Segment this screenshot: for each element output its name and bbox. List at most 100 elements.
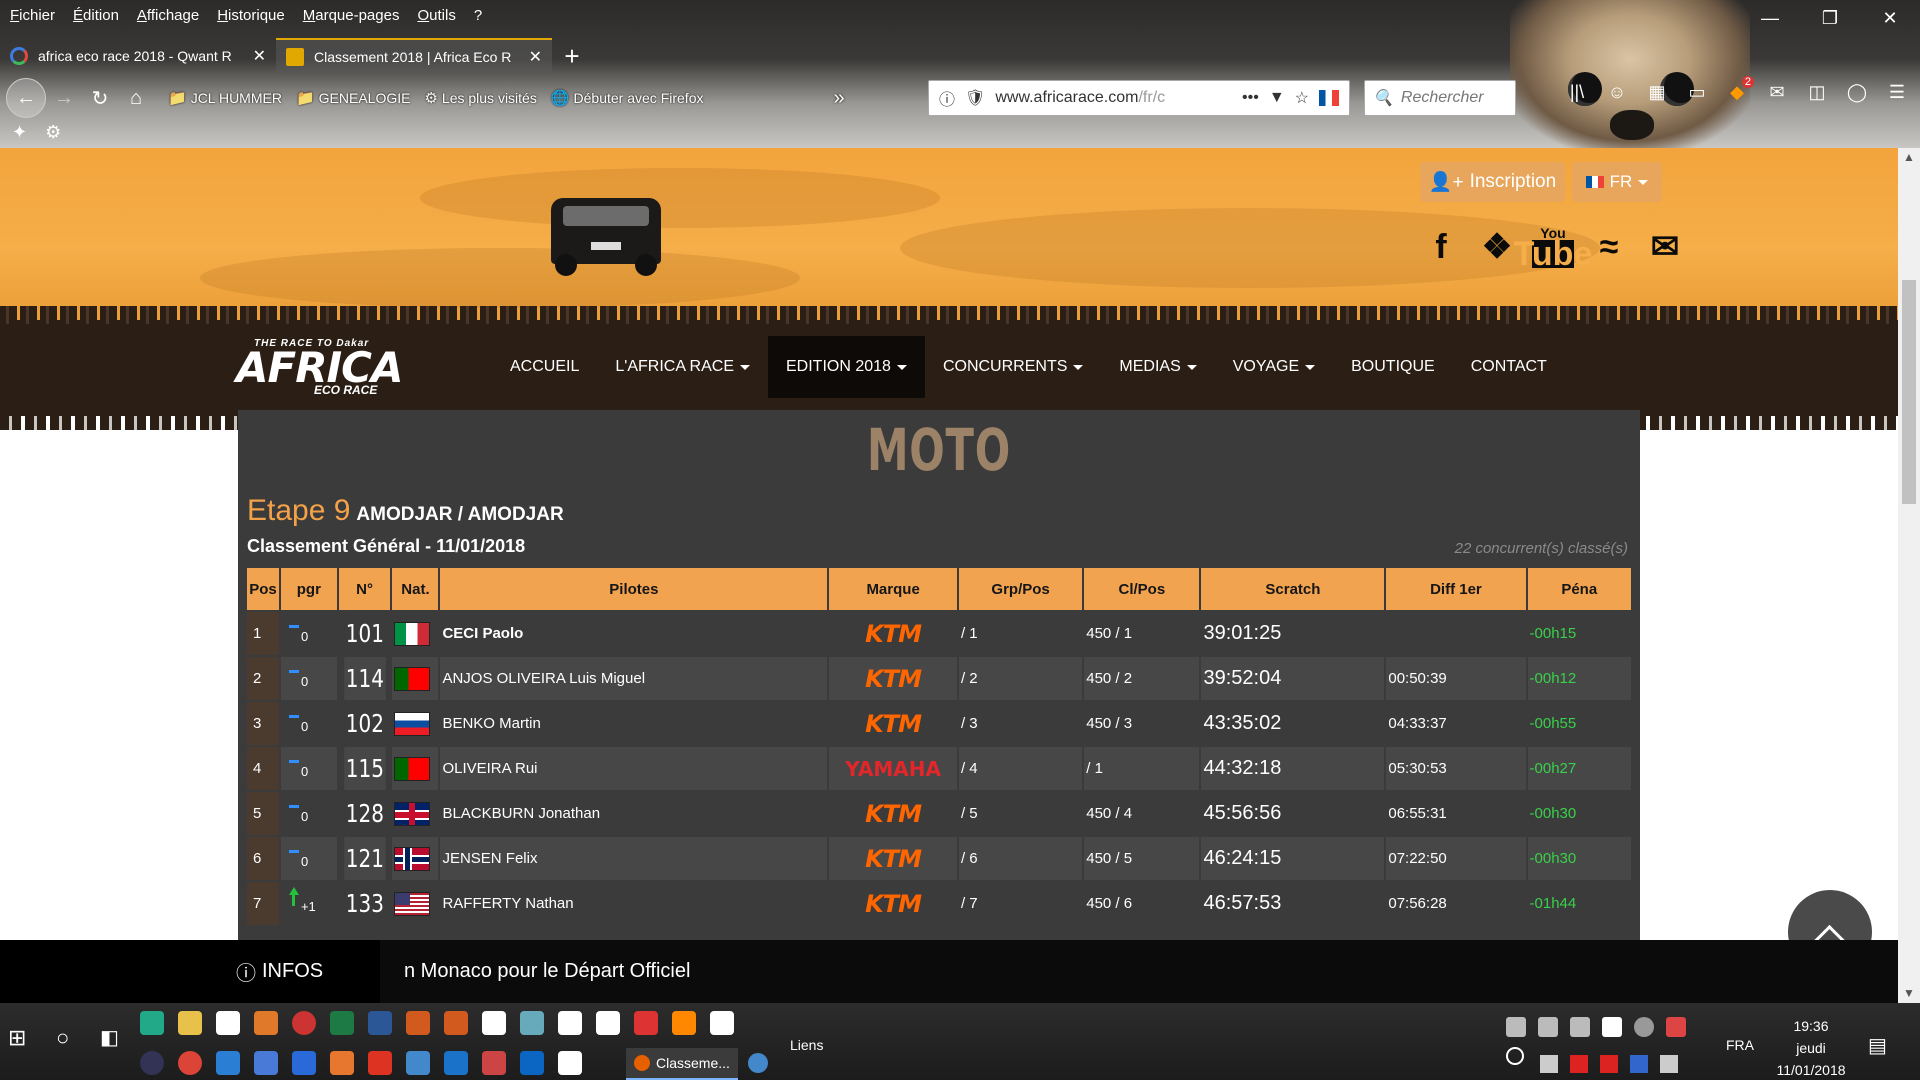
scroll-to-top-button[interactable] (1788, 890, 1872, 940)
pilot-name[interactable]: BLACKBURN Jonathan (440, 792, 828, 835)
nav-item-l-africa-race[interactable]: L'AFRICA RACE (597, 336, 768, 398)
page-actions-icon[interactable]: ••• (1242, 89, 1259, 107)
tab-qwant[interactable]: africa eco race 2018 - Qwant R ✕ (0, 38, 276, 74)
hamburger-menu-icon[interactable]: ☰ (1884, 82, 1910, 103)
cloud-icon[interactable] (1634, 1017, 1654, 1037)
language-dropdown[interactable]: FR (1572, 162, 1662, 202)
tab-close-icon[interactable]: ✕ (253, 46, 266, 66)
bookmarks-overflow-icon[interactable]: » (833, 87, 844, 110)
cortana-search-icon[interactable]: ○ (56, 1025, 69, 1051)
windows-start-icon[interactable]: ⊞ (8, 1025, 26, 1051)
nav-item-concurrents[interactable]: CONCURRENTS (925, 336, 1101, 398)
people-icon[interactable] (1506, 1047, 1524, 1065)
store-icon[interactable] (216, 1011, 240, 1035)
bookmark-debuter-firefox[interactable]: 🌐 Débuter avec Firefox (551, 89, 704, 107)
table-row[interactable]: 4 0 115 OLIVEIRA Rui YAMAHA / 4/ 1 44:32:18 05:… (247, 747, 1631, 790)
tab-close-icon[interactable]: ✕ (529, 47, 542, 67)
task-view-icon[interactable]: ◧ (100, 1025, 119, 1050)
twitter-icon[interactable]: ❖ (1476, 226, 1518, 268)
table-row[interactable]: 5 0 128 BLACKBURN Jonathan KTM / 5 450 / 4 45:5… (247, 792, 1631, 835)
tray-icon[interactable] (1666, 1017, 1686, 1037)
app-icon[interactable] (140, 1011, 164, 1035)
french-flag-icon[interactable] (1319, 90, 1339, 106)
linkedin-icon[interactable] (520, 1051, 544, 1075)
chrome-icon[interactable] (178, 1051, 202, 1075)
maximize-icon[interactable]: ❐ (1800, 0, 1860, 36)
app-icon[interactable] (406, 1011, 430, 1035)
table-row[interactable]: 6 0 121 JENSEN Felix KTM / 6 450 / 5 46:24:15 07… (247, 837, 1631, 880)
search-box[interactable]: 🔍 Rechercher (1364, 80, 1516, 116)
forward-icon[interactable]: → (46, 80, 82, 116)
tray-icon[interactable] (1570, 1017, 1590, 1037)
tray-icon[interactable] (1538, 1017, 1558, 1037)
bookmark-jcl-hummer[interactable]: 📁 JCL HUMMER (168, 89, 282, 107)
pilot-name[interactable]: OLIVEIRA Rui (440, 747, 828, 790)
table-row[interactable]: 3 0 102 BENKO Martin KTM / 3 450 / 3 43:35:02 04… (247, 702, 1631, 745)
close-icon[interactable]: ✕ (1860, 0, 1920, 36)
emoji-icon[interactable]: ☺ (1604, 82, 1630, 103)
nav-item-contact[interactable]: CONTACT (1453, 336, 1565, 398)
onedrive-icon[interactable] (292, 1051, 316, 1075)
facebook-icon[interactable]: f (1420, 226, 1462, 268)
url-bar[interactable]: ⓘ 🛡 www.africarace.com/fr/c ••• ▼ ☆ (928, 80, 1350, 116)
taskbar-firefox-app[interactable]: Classeme... (626, 1048, 738, 1080)
minimize-icon[interactable]: — (1740, 0, 1800, 36)
nav-item-edition-2018[interactable]: EDITION 2018 (768, 336, 925, 398)
app-icon[interactable] (140, 1051, 164, 1075)
bookmark-plus-visites[interactable]: ⚙ Les plus visités (424, 89, 536, 107)
app-icon[interactable] (634, 1011, 658, 1035)
home-icon[interactable]: ⌂ (118, 80, 154, 116)
mail-icon[interactable] (558, 1011, 582, 1035)
rss-icon[interactable]: ≈ (1588, 226, 1630, 268)
nav-item-medias[interactable]: MEDIAS (1101, 336, 1214, 398)
menu-item[interactable]: Outils (417, 7, 455, 24)
defender-icon[interactable] (1602, 1017, 1622, 1037)
app-icon[interactable] (1630, 1055, 1648, 1073)
notification-icon[interactable]: ▤ (1868, 1033, 1887, 1058)
new-tab-icon[interactable]: + (552, 38, 592, 74)
app-icon[interactable] (596, 1011, 620, 1035)
links-toolbar[interactable]: Liens (790, 1037, 823, 1053)
pilot-name[interactable]: ANJOS OLIVEIRA Luis Miguel (440, 657, 828, 700)
menu-item[interactable]: ? (474, 7, 482, 24)
inscription-button[interactable]: 👤+ Inscription (1420, 162, 1565, 202)
app-icon[interactable] (292, 1011, 316, 1035)
table-row[interactable]: 7 +1 133 RAFFERTY Nathan KTM / 7 450 / 6 46:57:… (247, 882, 1631, 925)
word-icon[interactable] (368, 1011, 392, 1035)
youtube-icon[interactable]: You Tube (1514, 226, 1593, 271)
scroll-down-icon[interactable]: ▼ (1898, 986, 1920, 1000)
app-icon[interactable] (1600, 1055, 1618, 1073)
document-icon[interactable] (710, 1011, 734, 1035)
pilot-name[interactable]: BENKO Martin (440, 702, 828, 745)
extension-badge-icon[interactable]: ◆ 2 (1724, 76, 1754, 103)
vlc-icon[interactable] (672, 1011, 696, 1035)
nav-item-boutique[interactable]: BOUTIQUE (1333, 336, 1453, 398)
photos-icon[interactable] (520, 1011, 544, 1035)
pilot-name[interactable]: CECI Paolo (440, 612, 828, 655)
translate-icon[interactable]: ▦ (1644, 82, 1670, 103)
calendar-icon[interactable] (482, 1011, 506, 1035)
network-icon[interactable] (1660, 1055, 1678, 1073)
menu-item[interactable]: Affichage (137, 7, 199, 24)
scrollbar-thumb[interactable] (1902, 280, 1916, 504)
back-icon[interactable]: ← (6, 78, 46, 118)
people-icon[interactable] (558, 1051, 582, 1075)
volume-icon[interactable] (1540, 1055, 1558, 1073)
email-icon[interactable]: ✉ (1644, 226, 1686, 268)
app-icon[interactable] (368, 1051, 392, 1075)
cloud-icon[interactable] (330, 1051, 354, 1075)
library-icon[interactable]: ||\ (1564, 82, 1590, 103)
reload-icon[interactable]: ↻ (82, 80, 118, 116)
info-icon[interactable]: ⓘ (939, 86, 955, 110)
menu-item[interactable]: Historique (217, 7, 285, 24)
pilot-name[interactable]: RAFFERTY Nathan (440, 882, 828, 925)
app-icon[interactable] (748, 1053, 768, 1073)
menu-item[interactable]: Édition (73, 7, 119, 24)
outlook-icon[interactable] (444, 1051, 468, 1075)
sidebar-icon[interactable]: ◫ (1804, 82, 1830, 103)
settings-gear-icon[interactable]: ⚙ (45, 122, 61, 143)
app-icon[interactable] (482, 1051, 506, 1075)
media-icon[interactable] (254, 1011, 278, 1035)
nav-item-voyage[interactable]: VOYAGE (1215, 336, 1333, 398)
app-icon[interactable] (406, 1051, 430, 1075)
